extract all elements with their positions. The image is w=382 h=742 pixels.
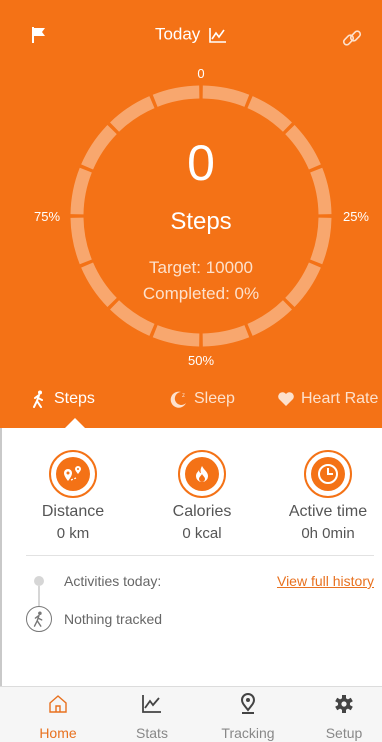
ring-segment (110, 96, 155, 132)
nav-setup-label: Setup (325, 725, 363, 741)
tab-steps[interactable]: Steps (30, 390, 95, 408)
route-pin-icon (64, 466, 81, 481)
ring-segment (202, 325, 250, 347)
moon-icon: z (170, 391, 186, 408)
chart-icon (142, 695, 161, 713)
nav-setup[interactable]: Setup (304, 693, 382, 741)
view-full-history-link[interactable]: View full history (277, 573, 374, 589)
steps-completed: Completed: 0% (142, 284, 260, 303)
nothing-tracked-label: Nothing tracked (64, 611, 163, 627)
steps-target: Target: 10000 (149, 258, 253, 277)
steps-dashboard-hero: Today 0 25% 50% 75% 0 Steps Target: 1000… (0, 0, 382, 428)
ring-label-0: 0 (197, 66, 205, 81)
stat-calories: Calories 0 kcal (142, 450, 262, 542)
tab-sleep-label: Sleep (194, 390, 235, 407)
clock-icon (318, 464, 338, 484)
location-pin-icon (240, 693, 256, 714)
svg-text:z: z (182, 393, 185, 399)
bottom-navigation: Home Stats Tracking Setup (0, 686, 382, 742)
stat-calories-value: 0 kcal (182, 525, 222, 542)
nav-home[interactable]: Home (18, 693, 98, 741)
steps-count: 0 (187, 135, 215, 191)
tab-heart-rate-label: Heart Rate (301, 390, 379, 407)
activities-today-label: Activities today: (64, 573, 162, 589)
ring-label-50: 50% (187, 353, 215, 368)
tab-sleep[interactable]: z Sleep (170, 390, 235, 408)
home-icon (49, 695, 67, 713)
nav-tracking-label: Tracking (221, 725, 275, 741)
walking-activity-icon (26, 606, 52, 632)
flame-icon (196, 466, 208, 482)
ring-segment (110, 300, 155, 336)
timeline-line (38, 586, 40, 606)
section-divider (26, 555, 374, 556)
stat-distance-value: 0 km (56, 525, 90, 542)
gear-icon (335, 695, 353, 713)
stat-active-time-label: Active time (288, 503, 368, 520)
ring-segment (152, 325, 200, 347)
tab-steps-label: Steps (54, 390, 95, 407)
ring-segment (247, 96, 292, 132)
active-tab-indicator (65, 418, 85, 428)
stat-calories-label: Calories (172, 503, 232, 520)
metric-tabs: Steps z Sleep Heart Rate (0, 386, 382, 428)
stat-distance: Distance 0 km (13, 450, 133, 542)
stat-active-time: Active time 0h 0min (268, 450, 382, 542)
ring-segment (247, 300, 292, 336)
nav-home-label: Home (39, 725, 77, 741)
ring-segment (202, 85, 250, 107)
heart-icon (278, 392, 294, 406)
steps-unit: Steps (170, 208, 232, 235)
stat-distance-label: Distance (41, 503, 105, 520)
nav-stats[interactable]: Stats (112, 693, 192, 741)
nav-stats-label: Stats (136, 725, 168, 741)
stat-active-time-value: 0h 0min (301, 525, 355, 542)
nav-tracking[interactable]: Tracking (208, 693, 288, 741)
ring-segment (152, 85, 200, 107)
walking-icon (33, 390, 43, 408)
timeline-dot (34, 576, 44, 586)
tab-heart-rate[interactable]: Heart Rate (277, 390, 378, 408)
